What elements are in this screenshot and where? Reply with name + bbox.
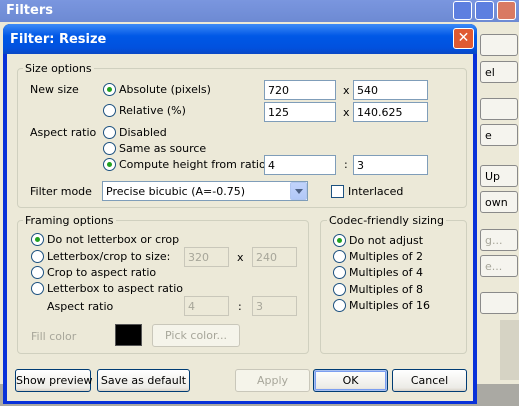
background-button-5[interactable]: Up [480,165,518,187]
codec-option-label[interactable]: Multiples of 2 [349,250,423,263]
relative-x-separator: x [343,106,350,119]
framing-none-label[interactable]: Do not letterbox or crop [47,233,179,246]
ok-button[interactable]: OK [313,369,388,392]
framing-ar-denominator-input[interactable]: 3 [252,296,297,316]
dialog-close-button[interactable]: ✕ [453,28,474,49]
chevron-down-icon[interactable] [290,182,307,200]
background-window-title: Filters [0,0,519,22]
codec-option-label[interactable]: Multiples of 4 [349,266,423,279]
interlaced-label[interactable]: Interlaced [348,185,403,198]
relative-width-input[interactable]: 125 [264,102,336,122]
maximize-button[interactable] [475,1,494,20]
codec-no-adjust-radio[interactable] [333,234,346,247]
absolute-radio[interactable] [103,83,116,96]
absolute-label[interactable]: Absolute (pixels) [119,83,211,96]
fill-color-label: Fill color [31,330,77,343]
background-button-2[interactable]: el [480,61,518,83]
aspect-ratio-label: Aspect ratio [30,126,97,139]
background-button-9[interactable] [480,292,518,314]
codec-option-label[interactable]: Multiples of 8 [349,283,423,296]
ratio-denominator-input[interactable]: 3 [353,155,428,175]
framing-letterbox-crop-radio[interactable] [31,250,44,263]
framing-ar-colon: : [238,300,242,313]
ar-same-radio[interactable] [103,142,116,155]
ratio-colon: : [344,158,348,171]
codec-multiples-4-radio[interactable] [333,266,346,279]
absolute-height-input[interactable]: 540 [353,80,428,100]
codec-option-label[interactable]: Multiples of 16 [349,299,430,312]
pick-color-button[interactable]: Pick color... [152,324,240,347]
interlaced-checkbox[interactable] [331,185,344,198]
codec-option-label[interactable]: Do not adjust [349,234,423,247]
framing-letterbox-crop-label[interactable]: Letterbox/crop to size: [47,250,170,263]
framing-letterbox-aspect-label[interactable]: Letterbox to aspect ratio [47,282,183,295]
codec-multiples-16-radio[interactable] [333,299,346,312]
framing-crop-aspect-radio[interactable] [31,266,44,279]
codec-multiples-2-radio[interactable] [333,250,346,263]
framing-options-legend: Framing options [23,214,116,227]
letterbox-height-input[interactable]: 240 [252,247,297,267]
relative-radio[interactable] [103,104,116,117]
cancel-button[interactable]: Cancel [392,369,467,392]
apply-button[interactable]: Apply [235,369,310,392]
show-preview-button[interactable]: Show preview [15,369,93,392]
ratio-numerator-input[interactable]: 4 [264,155,336,175]
framing-none-radio[interactable] [31,233,44,246]
save-as-default-button[interactable]: Save as default [97,369,190,392]
filter-mode-select[interactable]: Precise bicubic (A=-0.75) [102,181,308,201]
minimize-button[interactable] [453,1,472,20]
letterbox-width-input[interactable]: 320 [184,247,229,267]
codec-multiples-8-radio[interactable] [333,283,346,296]
size-options-legend: Size options [23,62,94,75]
dialog-border-bottom [3,401,477,404]
background-button-6[interactable]: own [480,191,518,213]
background-close-button[interactable] [497,1,516,20]
ar-same-label[interactable]: Same as source [119,142,206,155]
dialog-title: Filter: Resize [3,24,477,54]
framing-letterbox-aspect-radio[interactable] [31,282,44,295]
relative-label[interactable]: Relative (%) [119,104,186,117]
letterbox-x-separator: x [237,251,244,264]
new-size-label: New size [30,83,79,96]
close-icon: ✕ [457,30,470,46]
background-button-3[interactable] [480,98,518,120]
background-button-8[interactable]: e... [480,255,518,277]
background-button-4[interactable]: e [480,124,518,146]
filter-mode-label: Filter mode [30,185,92,198]
ar-compute-label[interactable]: Compute height from ratio: [119,158,269,171]
framing-ar-numerator-input[interactable]: 4 [184,296,229,316]
filter-mode-value: Precise bicubic (A=-0.75) [106,185,246,198]
fill-color-swatch [115,324,142,346]
relative-height-input[interactable]: 140.625 [353,102,428,122]
framing-aspect-ratio-label: Aspect ratio [47,300,114,313]
ar-disabled-label[interactable]: Disabled [119,126,167,139]
codec-sizing-legend: Codec-friendly sizing [327,214,446,227]
ar-compute-radio[interactable] [103,158,116,171]
ar-disabled-radio[interactable] [103,126,116,139]
background-panel [500,320,519,380]
absolute-width-input[interactable]: 720 [264,80,336,100]
dialog-border-right [473,54,477,404]
absolute-x-separator: x [343,84,350,97]
framing-crop-aspect-label[interactable]: Crop to aspect ratio [47,266,156,279]
background-button-1[interactable] [480,34,518,56]
background-button-7[interactable]: g... [480,229,518,251]
